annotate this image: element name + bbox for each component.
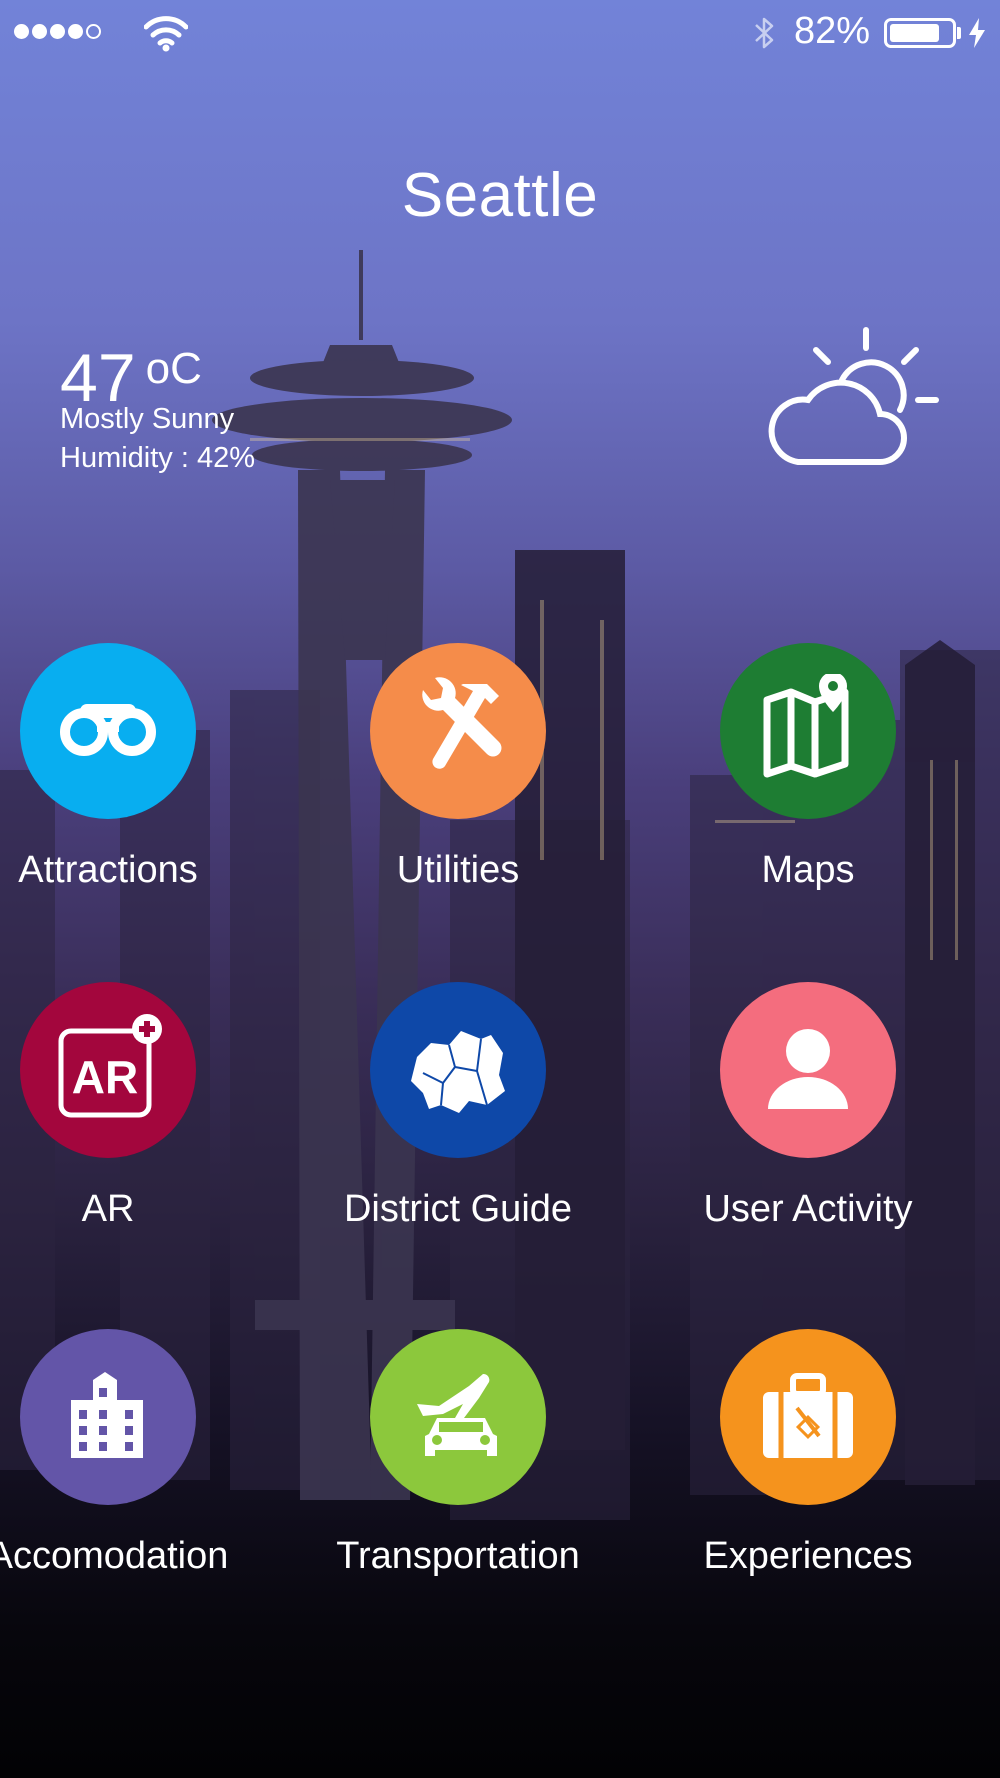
bluetooth-icon [755, 17, 774, 49]
charging-bolt-icon [969, 18, 985, 48]
tile-experiences[interactable]: Experiences [678, 1329, 938, 1629]
home-screen: 82% Seattle 47 oC Mostly Sunny Humidity :… [0, 0, 1000, 1778]
user-button[interactable] [720, 982, 896, 1158]
tile-label: Accomodation [0, 1535, 229, 1577]
tile-district-guide[interactable]: District Guide [328, 982, 588, 1282]
city-title: Seattle [401, 161, 599, 230]
luggage-icon [753, 1360, 863, 1475]
building-button[interactable] [20, 1329, 196, 1505]
tile-accomodation[interactable]: Accomodation [0, 1329, 238, 1629]
map-pin-button[interactable] [720, 643, 896, 819]
district-map-icon [403, 1013, 513, 1128]
tile-label: District Guide [343, 1188, 573, 1230]
binoculars-button[interactable] [20, 643, 196, 819]
tile-user-activity[interactable]: User Activity [678, 982, 938, 1282]
luggage-button[interactable] [720, 1329, 896, 1505]
ar-plus-button[interactable]: AR [20, 982, 196, 1158]
tools-icon [403, 674, 513, 789]
tile-label: Experiences [703, 1535, 913, 1577]
battery-percentage: 82% [794, 10, 871, 52]
signal-strength-icon [14, 24, 101, 39]
tile-label: Utilities [396, 849, 520, 891]
user-icon [753, 1013, 863, 1128]
tile-attractions[interactable]: Attractions [0, 643, 238, 943]
tile-ar[interactable]: AR AR [0, 982, 238, 1282]
tile-label: User Activity [703, 1188, 913, 1230]
wifi-icon [144, 16, 188, 52]
district-map-button[interactable] [370, 982, 546, 1158]
binoculars-icon [53, 674, 163, 789]
weather-condition: Mostly Sunny [60, 403, 235, 435]
tile-label: AR [81, 1188, 135, 1230]
tile-utilities[interactable]: Utilities [328, 643, 588, 943]
battery-level-fill [890, 24, 940, 42]
status-bar: 82% [0, 0, 1000, 64]
tile-label: Maps [761, 849, 855, 891]
tile-label: Transportation [336, 1535, 580, 1577]
ar-plus-icon: AR [53, 1013, 163, 1128]
building-icon [53, 1360, 163, 1475]
tile-transportation[interactable]: Transportation [328, 1329, 588, 1629]
battery-tip [957, 27, 961, 39]
partly-sunny-icon [768, 327, 939, 465]
svg-text:AR: AR [72, 1051, 138, 1103]
humidity: Humidity : 42% [60, 442, 256, 474]
battery-icon [884, 18, 956, 48]
tools-button[interactable] [370, 643, 546, 819]
tile-maps[interactable]: Maps [678, 643, 938, 943]
tile-label: Attractions [18, 849, 198, 891]
plane-car-button[interactable] [370, 1329, 546, 1505]
map-pin-icon [753, 671, 863, 789]
plane-car-icon [403, 1360, 513, 1475]
temperature-unit: oC [145, 344, 202, 393]
